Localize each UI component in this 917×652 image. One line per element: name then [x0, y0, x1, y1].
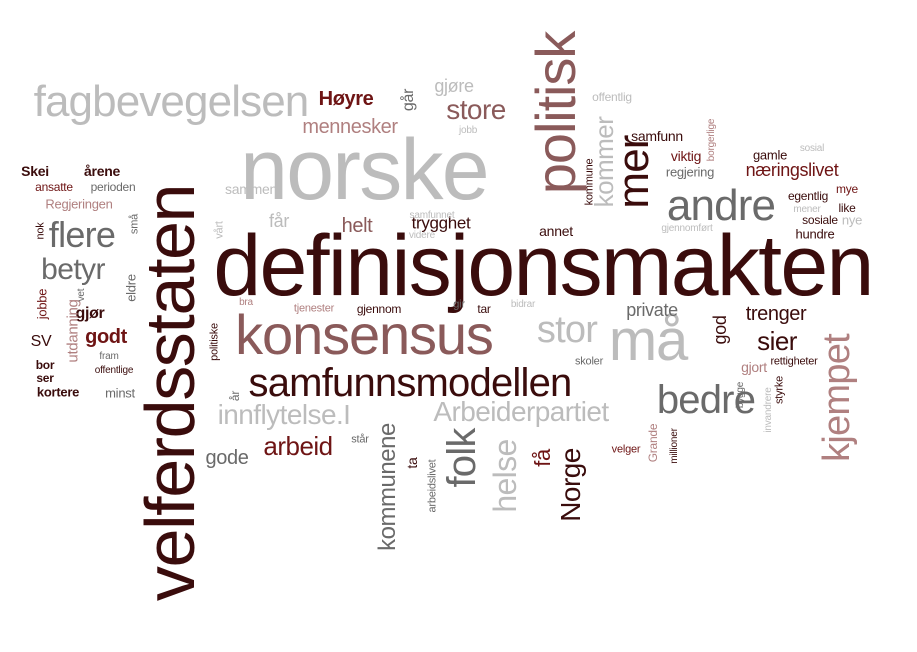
- cloud-word: kommunene: [374, 423, 401, 551]
- cloud-word: bidrar: [510, 299, 536, 310]
- cloud-word: årene: [84, 163, 120, 179]
- cloud-word: stor: [536, 309, 598, 351]
- cloud-word: gode: [205, 447, 249, 469]
- cloud-word: mye: [836, 182, 858, 196]
- cloud-word: samfunn: [631, 128, 683, 144]
- cloud-word: godt: [85, 326, 127, 348]
- cloud-word: gamle: [752, 147, 788, 163]
- cloud-word: mennesker: [302, 116, 398, 138]
- cloud-word: helse: [487, 439, 523, 513]
- cloud-word: eldre: [123, 274, 139, 302]
- cloud-word: tjenester: [293, 302, 335, 315]
- cloud-word: utdanning: [64, 299, 82, 363]
- cloud-word: invandrere: [763, 387, 774, 433]
- cloud-word: rettigheter: [770, 355, 818, 368]
- cloud-word: fagbevegelsen: [33, 77, 310, 126]
- cloud-word: går: [400, 88, 417, 112]
- cloud-word: gjort: [741, 359, 767, 375]
- cloud-word: nye: [841, 212, 863, 228]
- cloud-word: sosiale: [802, 213, 838, 227]
- cloud-word: ta: [404, 457, 420, 469]
- cloud-word: viktig: [670, 148, 702, 164]
- cloud-word: sier: [757, 326, 797, 356]
- cloud-word: små: [128, 213, 141, 235]
- cloud-word: Arbeiderpartiet: [433, 396, 609, 427]
- cloud-word: politisk: [524, 31, 587, 195]
- cloud-word: folk: [440, 428, 484, 488]
- cloud-word: gjennomført: [661, 223, 713, 234]
- cloud-word: bra: [239, 297, 253, 308]
- cloud-word: millioner: [669, 428, 680, 464]
- cloud-word: velferdsstaten: [131, 184, 209, 602]
- cloud-word: kortere: [36, 384, 80, 400]
- cloud-word: betyr: [41, 253, 105, 286]
- cloud-word: styrke: [773, 375, 786, 405]
- cloud-word: skoler: [574, 355, 604, 368]
- cloud-word: offentlig: [592, 90, 632, 104]
- cloud-word: andre: [666, 181, 776, 230]
- cloud-word: fram: [99, 351, 119, 362]
- cloud-word: vårt: [213, 221, 226, 239]
- cloud-word: få: [530, 449, 555, 467]
- cloud-word: ser: [36, 371, 54, 385]
- cloud-word: nok: [34, 222, 47, 240]
- cloud-word: regjering: [665, 164, 715, 180]
- cloud-word: kommune: [583, 158, 596, 206]
- cloud-word: perioden: [90, 180, 136, 194]
- cloud-word: sammen: [224, 181, 278, 197]
- cloud-word: flere: [48, 214, 116, 255]
- cloud-word: bor: [35, 358, 55, 372]
- cloud-word: gjennom: [356, 302, 402, 316]
- cloud-word: gjøre: [434, 76, 474, 96]
- cloud-word: annet: [539, 223, 573, 239]
- cloud-word: tar: [477, 302, 491, 316]
- word-cloud: definisjonsmakten velferdsstaten norske …: [0, 0, 917, 652]
- cloud-word: ansatte: [35, 180, 73, 194]
- cloud-word: innflytelse.I: [217, 399, 351, 430]
- cloud-word: borgerlige: [706, 118, 717, 162]
- cloud-word: næringslivet: [745, 160, 839, 180]
- cloud-word: sosial: [799, 143, 825, 154]
- cloud-word: videre: [408, 230, 436, 241]
- cloud-word: år: [228, 390, 242, 402]
- cloud-word: arbeidslivet: [426, 459, 439, 513]
- cloud-word: Grande: [646, 423, 660, 463]
- cloud-word: vet: [76, 288, 87, 302]
- cloud-word: helt: [341, 215, 373, 237]
- cloud-word: bygge: [735, 381, 746, 409]
- cloud-word: Norge: [555, 448, 586, 522]
- cloud-word: kjempet: [816, 334, 858, 462]
- cloud-word: samfunnet: [409, 210, 455, 221]
- cloud-word: offentlige: [94, 365, 134, 376]
- cloud-word: får: [269, 211, 289, 231]
- cloud-word: politiske: [208, 323, 221, 361]
- cloud-word: står: [351, 433, 369, 446]
- cloud-word: jobb: [458, 125, 478, 136]
- cloud-word: gir: [453, 298, 465, 311]
- cloud-word: god: [710, 315, 730, 345]
- cloud-word: jobbe: [34, 288, 50, 320]
- cloud-word: egentlig: [787, 189, 829, 203]
- cloud-word: arbeid: [263, 431, 333, 461]
- cloud-word: hundre: [795, 226, 835, 242]
- cloud-word: store: [446, 94, 506, 125]
- cloud-word: må: [608, 308, 688, 373]
- cloud-word: norske: [240, 122, 490, 218]
- cloud-word: minst: [105, 385, 135, 401]
- cloud-word: private: [626, 300, 678, 320]
- cloud-word: Skei: [21, 163, 49, 179]
- cloud-word: Regjeringen: [45, 196, 113, 212]
- cloud-word: SV: [30, 333, 52, 350]
- cloud-word: velger: [611, 443, 641, 456]
- cloud-word: Høyre: [318, 88, 374, 110]
- cloud-word: trenger: [745, 303, 807, 325]
